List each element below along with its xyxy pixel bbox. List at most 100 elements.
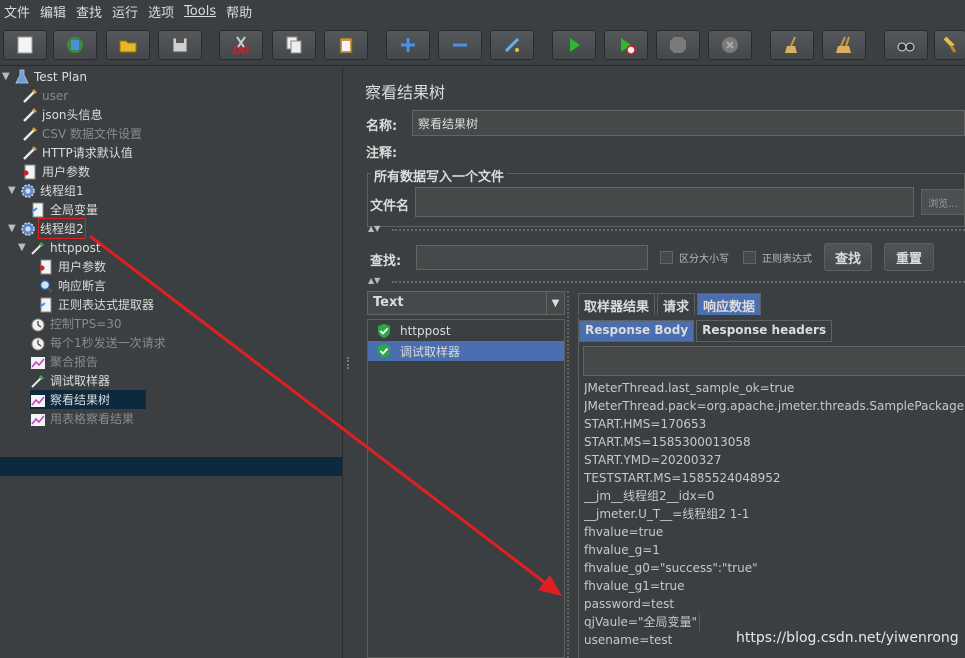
file-name-field[interactable] <box>415 187 914 217</box>
play-no-pause-icon <box>621 38 636 55</box>
menu-file[interactable]: 文件 <box>0 2 36 21</box>
case-sensitive-label: 区分大小写 <box>679 254 729 265</box>
response-line: TESTSTART.MS=1585524048952 <box>584 471 781 485</box>
menu-tools[interactable]: Tools <box>180 4 222 19</box>
tree-item-user-params-2[interactable]: 用户参数 <box>38 257 106 276</box>
menu-run[interactable]: 运行 <box>108 2 144 21</box>
tree-item-regex-extractor[interactable]: 正则表达式提取器 <box>38 295 154 314</box>
sample-item-debug-sampler[interactable]: 调试取样器 <box>368 341 564 361</box>
folder-icon <box>119 40 137 53</box>
tree-item-global-vars[interactable]: 全局变量 <box>30 200 98 219</box>
tab-response-headers[interactable]: Response headers <box>696 320 833 342</box>
tree-item-view-results-tree[interactable]: 察看结果树 <box>30 390 146 409</box>
copy-button[interactable] <box>272 30 316 60</box>
tree-item-constant-timer[interactable]: 每个1秒发送一次请求 <box>30 333 166 352</box>
chart-icon <box>30 411 46 427</box>
result-tabs: 取样器结果 请求 响应数据 <box>578 293 763 317</box>
regex-checkbox[interactable]: 正则表达式 <box>743 250 812 265</box>
tree-item-aggregate-report[interactable]: 聚合报告 <box>30 352 98 371</box>
open-button[interactable] <box>106 30 150 60</box>
regex-label: 正则表达式 <box>762 254 812 265</box>
tree-expand-icon[interactable]: ▼ <box>18 242 30 253</box>
clear-button[interactable] <box>770 30 814 60</box>
floppy-icon <box>172 37 188 53</box>
broom-icon <box>785 36 797 53</box>
collapse-arrows-icon-2[interactable]: ▲▼ <box>368 276 380 285</box>
response-line: fhvalue_g0="success":"true" <box>584 561 758 575</box>
timer-icon <box>30 316 46 332</box>
tree-expand-icon[interactable]: ▼ <box>2 71 14 82</box>
main-splitter[interactable] <box>342 67 354 658</box>
test-plan-icon <box>14 69 30 85</box>
name-field[interactable]: 察看结果树 <box>412 110 965 136</box>
response-line: START.YMD=20200327 <box>584 453 722 467</box>
browse-button[interactable]: 浏览... <box>921 189 965 215</box>
menu-help[interactable]: 帮助 <box>222 2 258 21</box>
tree-item-debug-sampler[interactable]: 调试取样器 <box>30 371 110 390</box>
menu-search[interactable]: 查找 <box>72 2 108 21</box>
tab-request[interactable]: 请求 <box>657 293 696 315</box>
sample-item-httppost[interactable]: httppost <box>368 321 564 341</box>
menu-edit[interactable]: 编辑 <box>36 2 72 21</box>
chevron-down-icon[interactable]: ▼ <box>546 292 564 314</box>
tree-item-user[interactable]: user <box>22 86 68 105</box>
clear-all-button[interactable] <box>822 30 866 60</box>
response-search-field[interactable] <box>583 346 965 376</box>
tree-item-response-assertion[interactable]: 响应断言 <box>38 276 106 295</box>
divider-2[interactable] <box>392 275 965 283</box>
templates-button[interactable] <box>53 30 97 60</box>
wrench-icon <box>22 107 38 123</box>
start-no-pause-button[interactable] <box>604 30 648 60</box>
brush-icon <box>943 36 957 53</box>
gear-icon <box>20 183 36 199</box>
shutdown-button[interactable] <box>708 30 752 60</box>
scissors-icon <box>233 36 249 54</box>
timer-icon <box>30 335 46 351</box>
response-line: password=test <box>584 597 675 611</box>
search-input[interactable] <box>416 245 648 270</box>
gear-icon <box>20 221 36 237</box>
search-button[interactable] <box>884 30 928 60</box>
reset-button[interactable]: 重置 <box>884 243 934 271</box>
tree-expand-icon[interactable]: ▼ <box>8 185 20 196</box>
tree-expand-icon[interactable]: ▼ <box>8 223 20 234</box>
response-line: fhvalue=true <box>584 525 664 539</box>
tab-response-data[interactable]: 响应数据 <box>697 293 762 315</box>
success-shield-icon <box>378 344 390 358</box>
tree-item-httppost[interactable]: ▼ httppost <box>18 238 101 257</box>
new-button[interactable] <box>3 30 47 60</box>
menu-options[interactable]: 选项 <box>144 2 180 21</box>
tab-response-body[interactable]: Response Body <box>579 320 695 342</box>
tree-item-json-header[interactable]: json头信息 <box>22 105 103 124</box>
divider[interactable] <box>392 223 965 231</box>
toggle-button[interactable] <box>490 30 534 60</box>
view-results-tree-panel: 察看结果树 名称: 察看结果树 注释: 所有数据写入一个文件 文件名 浏览...… <box>356 67 965 658</box>
comment-field[interactable] <box>412 138 965 160</box>
reset-search-button[interactable] <box>934 30 965 60</box>
renderer-select[interactable]: Text ▼ <box>367 291 565 315</box>
expand-button[interactable] <box>386 30 430 60</box>
save-button[interactable] <box>158 30 202 60</box>
collapse-button[interactable] <box>438 30 482 60</box>
response-line: JMeterThread.pack=org.apache.jmeter.thre… <box>584 399 965 413</box>
document-icon <box>38 259 54 275</box>
tree-item-thread-group-2[interactable]: ▼ 线程组2 <box>8 218 86 239</box>
tree-item-tps-timer[interactable]: 控制TPS=30 <box>30 314 122 333</box>
results-splitter[interactable] <box>567 291 575 658</box>
case-sensitive-checkbox[interactable]: 区分大小写 <box>660 250 729 265</box>
cut-button[interactable] <box>219 30 263 60</box>
tree-item-thread-group-1[interactable]: ▼ 线程组1 <box>8 181 84 200</box>
document-icon <box>38 297 54 313</box>
copy-icon <box>286 36 302 54</box>
find-button[interactable]: 查找 <box>824 243 872 271</box>
tree-item-http-defaults[interactable]: HTTP请求默认值 <box>22 143 133 162</box>
start-button[interactable] <box>552 30 596 60</box>
tree-item-csv-config[interactable]: CSV 数据文件设置 <box>22 124 142 143</box>
collapse-arrows-icon[interactable]: ▲▼ <box>368 224 380 233</box>
tree-item-user-params[interactable]: 用户参数 <box>22 162 90 181</box>
stop-button[interactable] <box>656 30 700 60</box>
tree-item-test-plan[interactable]: ▼ Test Plan <box>2 67 87 86</box>
tab-sampler-result[interactable]: 取样器结果 <box>578 293 656 315</box>
paste-button[interactable] <box>324 30 368 60</box>
tree-item-table-results[interactable]: 用表格察看结果 <box>30 409 134 428</box>
